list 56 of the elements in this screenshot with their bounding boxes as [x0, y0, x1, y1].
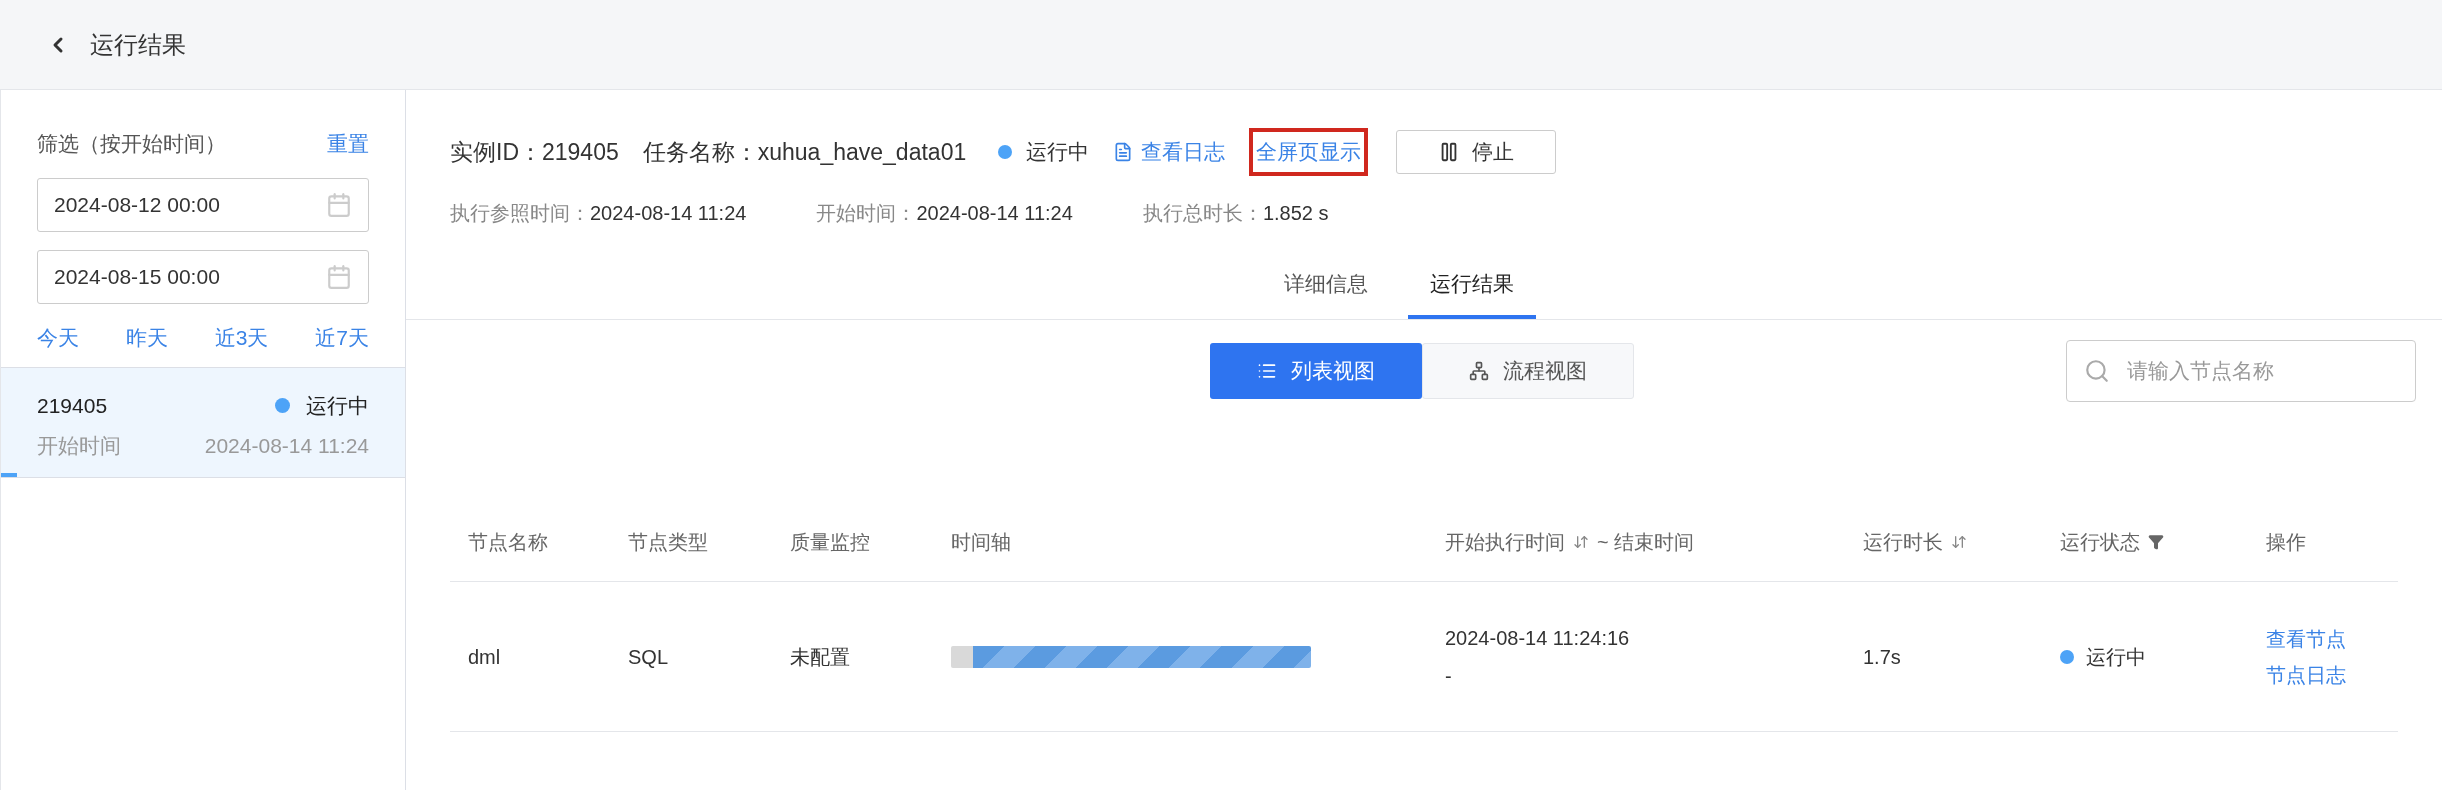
task-name: 任务名称：xuhua_have_data01: [642, 137, 967, 167]
tab[interactable]: 详细信息: [1262, 267, 1390, 319]
hierarchy-icon: [1469, 361, 1489, 381]
column-header: 节点类型: [628, 529, 708, 555]
column-header: 开始执行时间: [1445, 529, 1565, 555]
view-toggle-button[interactable]: 流程视图: [1422, 343, 1634, 399]
column-header: 时间轴: [951, 529, 1011, 555]
table-cell: 未配置: [790, 645, 850, 668]
column-header: 操作: [2266, 529, 2306, 555]
meta-info: 执行总时长：1.852 s: [1142, 200, 1329, 226]
document-icon: [1113, 141, 1134, 162]
stop-button[interactable]: 停止: [1396, 129, 1557, 174]
date-range-link[interactable]: 昨天: [125, 321, 168, 353]
column-header: 节点名称: [468, 529, 548, 555]
table-cell: 1.7s: [1863, 645, 1901, 668]
filter-label: 筛选（按开始时间）: [37, 131, 226, 157]
table-cell-text: -: [1445, 663, 1453, 689]
instance-list-item[interactable]: 219405 运行中 开始时间 2024-08-14 11:24: [1, 367, 405, 478]
search-icon: [2084, 358, 2110, 384]
sort-icon[interactable]: [1573, 533, 1589, 550]
view-toggle-button[interactable]: 列表视图: [1210, 343, 1422, 399]
start-time-value: 2024-08-14 11:24: [204, 432, 369, 459]
calendar-icon: [326, 263, 352, 290]
meta-info: 开始时间：2024-08-14 11:24: [816, 200, 1073, 226]
date-range-link[interactable]: 今天: [37, 321, 79, 353]
column-header: ~ 结束时间: [1597, 529, 1695, 555]
action-link[interactable]: 节点日志: [2266, 659, 2398, 690]
column-header: 质量监控: [790, 529, 870, 555]
page-title: 运行结果: [90, 29, 186, 60]
action-link[interactable]: 查看节点: [2266, 623, 2398, 654]
table-cell-text: 2024-08-14 11:24:16: [1445, 625, 1631, 651]
table-cell: SQL: [628, 645, 669, 668]
list-icon: [1257, 361, 1277, 381]
fullscreen-link[interactable]: 全屏页显示: [1249, 128, 1369, 176]
instance-id: 219405: [37, 393, 108, 419]
date-field[interactable]: 2024-08-12 00:00: [37, 177, 369, 232]
column-header: 运行时长: [1863, 529, 1943, 555]
view-log-link[interactable]: 查看日志: [1113, 136, 1226, 168]
tab[interactable]: 运行结果: [1408, 267, 1536, 319]
column-header: 运行状态: [2060, 529, 2140, 555]
filter-icon[interactable]: [2148, 533, 2164, 550]
status-text: 运行中: [2086, 644, 2146, 670]
date-field[interactable]: 2024-08-15 00:00: [37, 249, 369, 304]
table-cell: dml: [468, 645, 501, 668]
status-text: 运行中: [306, 393, 369, 419]
instance-id: 实例ID：219405: [450, 137, 619, 167]
date-range-link[interactable]: 近7天: [315, 321, 369, 353]
start-time-label: 开始时间: [37, 432, 121, 459]
date-range-link[interactable]: 近3天: [214, 321, 269, 353]
sort-icon[interactable]: [1951, 533, 1967, 550]
status-text: 运行中: [1026, 139, 1090, 165]
reset-link[interactable]: 重置: [327, 128, 369, 160]
selection-indicator: [1, 473, 17, 477]
meta-info: 执行参照时间：2024-08-14 11:24: [450, 200, 747, 226]
search-field[interactable]: 请输入节点名称: [2066, 340, 2416, 402]
calendar-icon: [326, 191, 352, 218]
